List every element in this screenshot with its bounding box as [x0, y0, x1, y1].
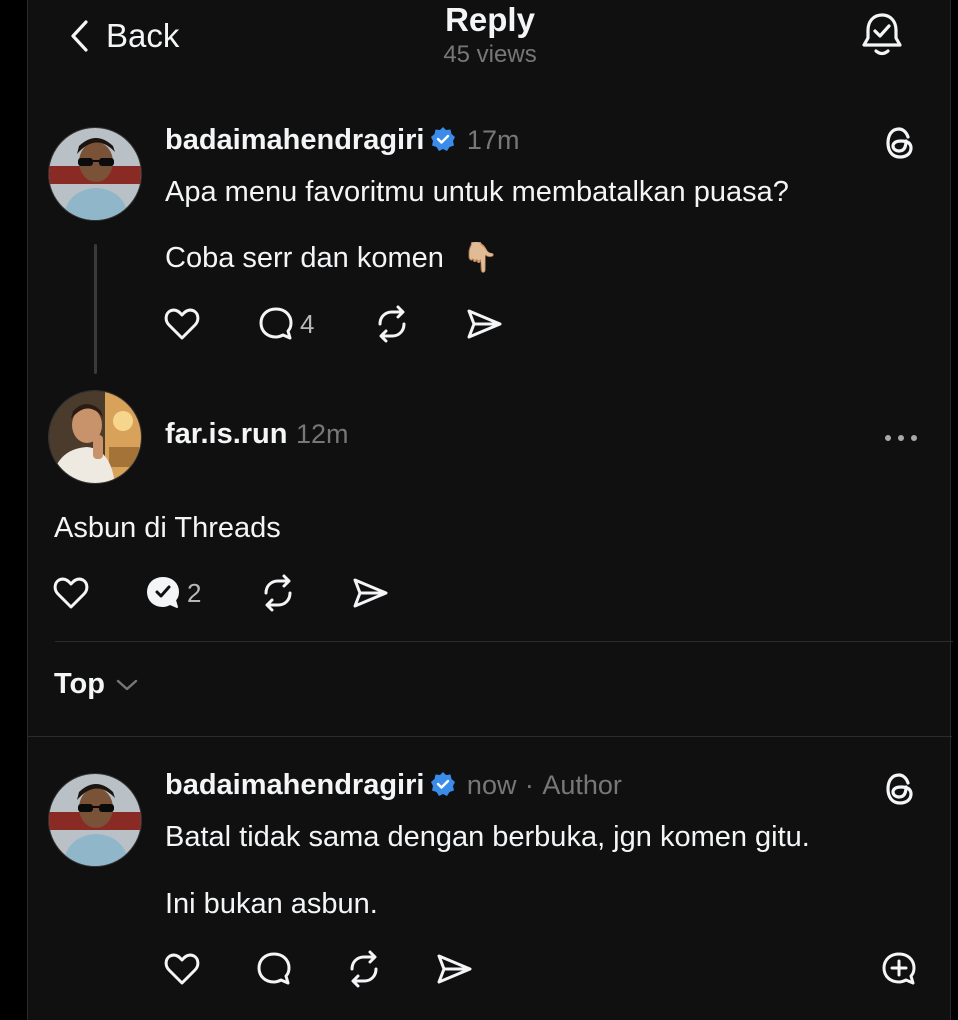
back-label: Back [106, 17, 180, 54]
reply-count: 4 [300, 308, 315, 339]
comment-icon [257, 952, 291, 985]
threads-logo-icon [886, 127, 913, 159]
post-actions: 4 [162, 302, 524, 346]
comment-icon [259, 307, 293, 340]
author-badge: Author [542, 770, 622, 800]
threads-logo-button[interactable] [881, 124, 919, 167]
author-reply-header: badaimahendragiri now · Author [165, 769, 622, 802]
username[interactable]: badaimahendragiri [165, 124, 424, 156]
avatar-image [49, 774, 141, 866]
page-title: Reply [445, 1, 535, 38]
quote-button[interactable] [879, 949, 919, 989]
quote-add-icon [882, 952, 916, 985]
comment-check-icon [147, 577, 179, 608]
post-time: 17m [466, 125, 520, 155]
share-icon [437, 954, 472, 984]
divider [55, 641, 953, 642]
share-button[interactable] [464, 302, 524, 346]
more-options-button[interactable] [880, 420, 922, 456]
reply-actions: 2 [51, 571, 410, 615]
reply-button[interactable]: 4 [256, 302, 372, 346]
username[interactable]: badaimahendragiri [165, 769, 424, 801]
sort-dropdown[interactable]: Top [54, 668, 139, 701]
back-button[interactable]: Back [68, 14, 179, 58]
notification-button[interactable] [858, 10, 906, 58]
verified-badge-icon [431, 772, 456, 796]
reply-text: Asbun di Threads [54, 512, 281, 544]
reply-button[interactable] [254, 947, 344, 991]
repost-button[interactable] [344, 947, 434, 991]
author-reply-actions [162, 947, 494, 991]
view-count: 45 views [443, 41, 537, 68]
meta-separator: · [524, 770, 534, 800]
author-reply-line1: Batal tidak sama dengan berbuka, jgn kom… [165, 821, 810, 853]
heart-icon [164, 308, 200, 340]
post-time: now [466, 770, 517, 800]
share-button[interactable] [434, 947, 494, 991]
post-text-line2-wrap: Coba serr dan komen 👇🏼 [165, 240, 498, 276]
repost-icon [264, 574, 292, 612]
thread-connector [94, 244, 97, 374]
share-icon [353, 578, 388, 608]
username[interactable]: far.is.run [165, 418, 288, 450]
bell-check-icon [862, 13, 902, 56]
verified-badge-icon [431, 127, 456, 151]
pointing-down-emoji: 👇🏼 [461, 242, 499, 274]
like-button[interactable] [162, 947, 254, 991]
heart-icon [164, 953, 200, 985]
avatar-image [49, 391, 141, 483]
chevron-down-icon [116, 679, 138, 690]
sort-label: Top [54, 668, 105, 700]
repost-button[interactable] [372, 302, 464, 346]
post-text-line2: Coba serr dan komen [165, 242, 444, 274]
share-button[interactable] [350, 571, 410, 615]
thread-panel: Back Reply 45 views badaimahendragiri 17… [27, 0, 953, 1020]
repost-button[interactable] [258, 571, 350, 615]
post-text-line1: Apa menu favoritmu untuk membatalkan pua… [165, 176, 789, 208]
avatar[interactable] [48, 390, 142, 484]
more-icon [885, 435, 917, 441]
screen: Back Reply 45 views badaimahendragiri 17… [0, 0, 958, 1020]
reply-button[interactable]: 2 [143, 571, 258, 615]
post-time: 12m [295, 419, 349, 449]
heart-icon [53, 577, 89, 609]
chevron-left-icon [71, 20, 88, 52]
repost-icon [378, 305, 406, 343]
threads-logo-button[interactable] [881, 770, 919, 813]
author-reply-line2: Ini bukan asbun. [165, 888, 378, 920]
reply-count: 2 [187, 577, 202, 608]
avatar-image [49, 128, 141, 220]
like-button[interactable] [51, 571, 143, 615]
divider [28, 736, 952, 737]
avatar[interactable] [48, 127, 142, 221]
repost-icon [350, 950, 378, 988]
threads-logo-icon [886, 773, 913, 805]
like-button[interactable] [162, 302, 256, 346]
reply-header: far.is.run 12m [165, 418, 348, 451]
post-header: badaimahendragiri 17m [165, 124, 519, 157]
share-icon [467, 309, 502, 339]
avatar[interactable] [48, 773, 142, 867]
